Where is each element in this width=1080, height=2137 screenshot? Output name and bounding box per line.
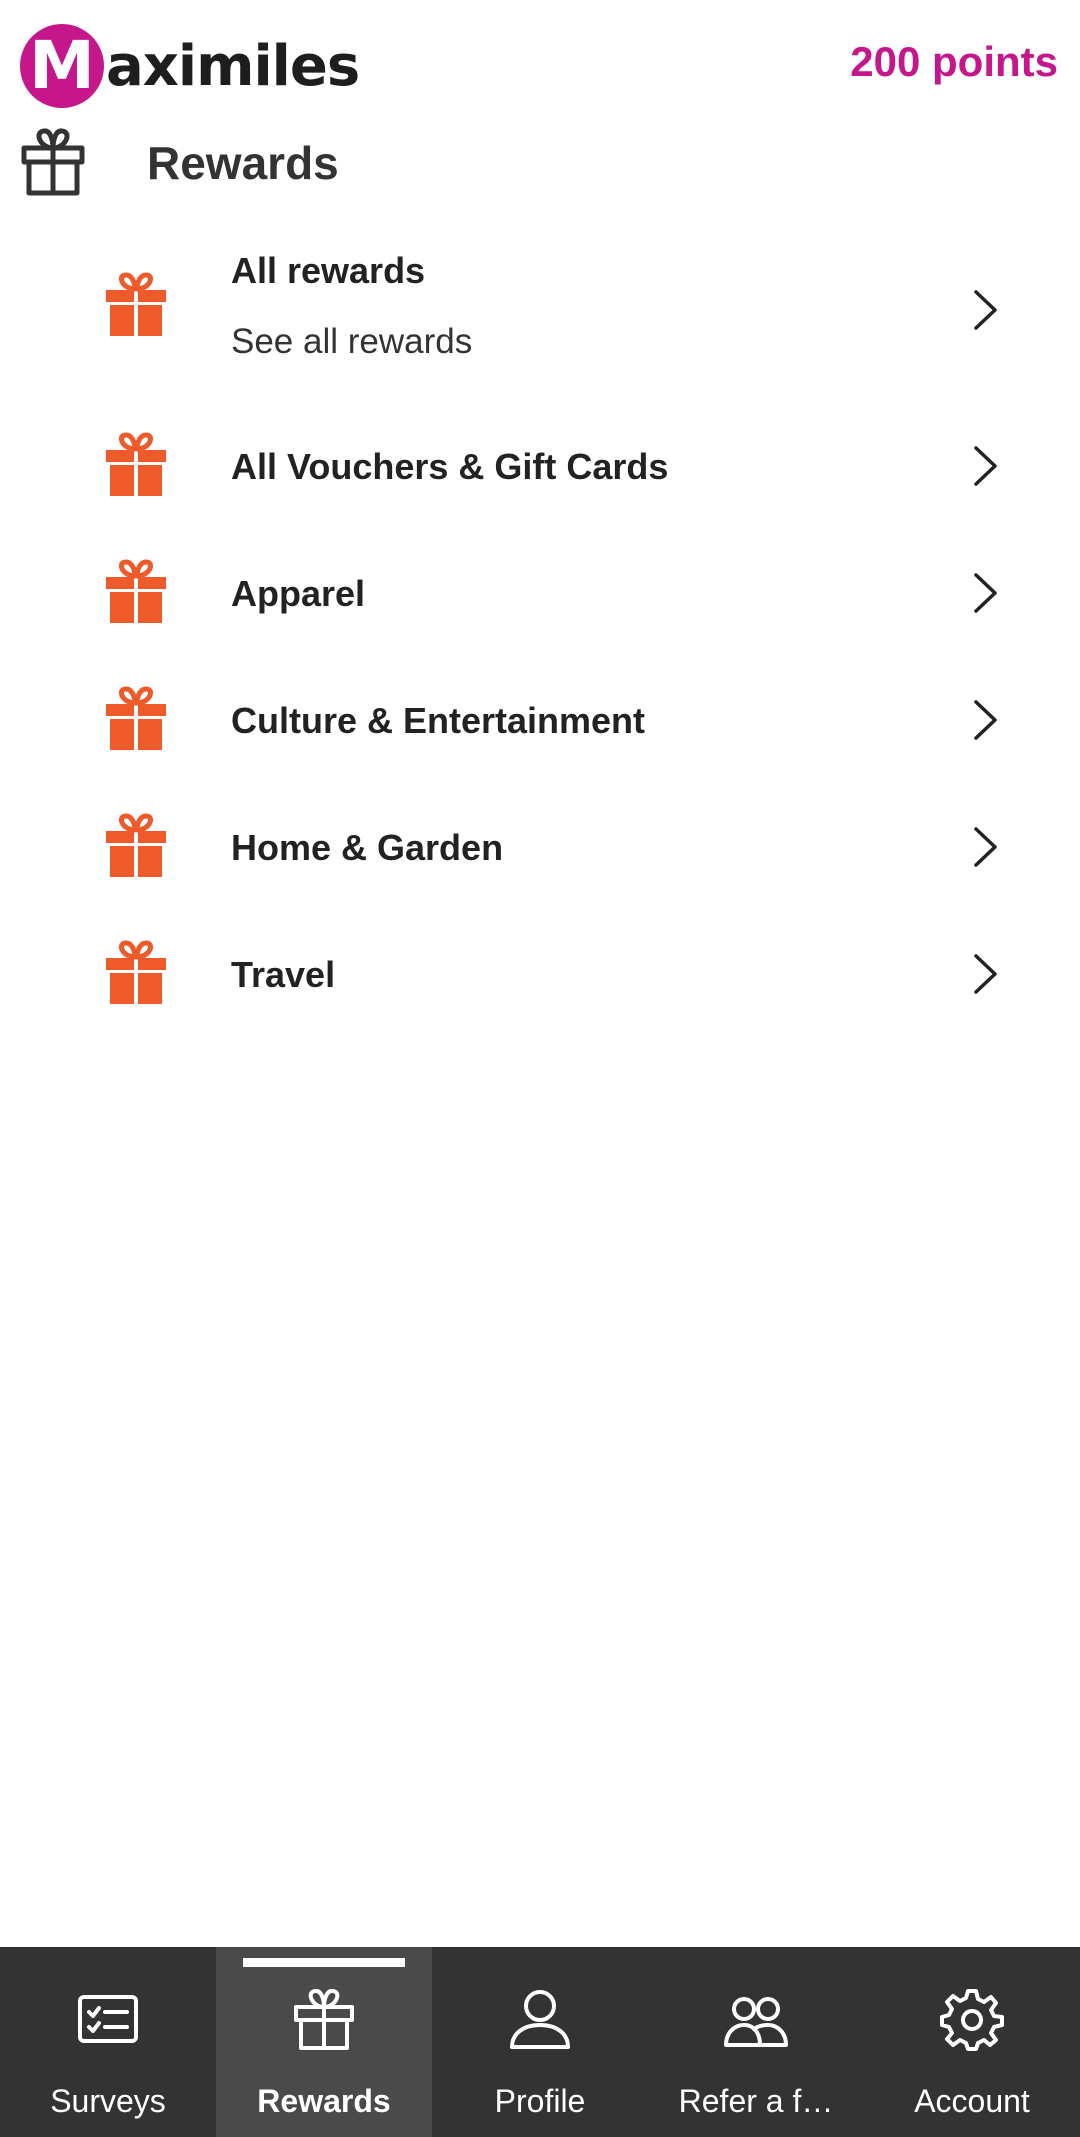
person-icon: [510, 1990, 570, 2049]
nav-label: Refer a f…: [678, 2083, 834, 2119]
list-item-label: Home & Garden: [231, 827, 504, 868]
chevron-right-icon: [974, 446, 997, 486]
list-item-label: All rewards: [231, 250, 426, 291]
nav-account[interactable]: Account: [864, 1947, 1080, 2137]
gift-outline-icon: [21, 128, 85, 196]
gift-icon: [106, 813, 166, 877]
list-item-culture-entertainment[interactable]: Culture & Entertainment: [0, 656, 1080, 783]
points-balance[interactable]: 200 points: [850, 38, 1058, 86]
list-item-label: Travel: [231, 954, 336, 995]
gift-icon: [106, 940, 166, 1004]
active-tab-indicator: [243, 1958, 405, 1967]
logo-circle: M: [20, 24, 104, 108]
gift-icon: [106, 559, 166, 623]
chevron-right-icon: [974, 700, 997, 740]
nav-surveys[interactable]: Surveys: [0, 1947, 216, 2137]
chevron-right-icon: [974, 290, 997, 330]
nav-label: Profile: [494, 2083, 586, 2119]
nav-rewards[interactable]: Rewards: [216, 1947, 432, 2137]
nav-profile[interactable]: Profile: [432, 1947, 648, 2137]
rewards-category-list: All rewards See all rewards All Vouchers…: [0, 232, 1080, 1037]
gift-outline-icon: [294, 1989, 354, 2050]
page-title-row: Rewards: [0, 120, 1080, 210]
people-icon: [724, 1997, 788, 2047]
list-item-label: All Vouchers & Gift Cards: [231, 446, 669, 487]
page-title: Rewards: [147, 137, 339, 189]
gift-icon: [106, 432, 166, 496]
maximiles-logo: M aximiles: [20, 22, 360, 110]
list-item-home-garden[interactable]: Home & Garden: [0, 783, 1080, 910]
list-item-label: Apparel: [231, 573, 366, 614]
nav-refer-a-friend[interactable]: Refer a f…: [648, 1947, 864, 2137]
bottom-navigation: Surveys Rewards Profile Refer a f… Accou…: [0, 1947, 1080, 2137]
chevron-right-icon: [974, 573, 997, 613]
logo-wordmark: aximiles: [106, 33, 360, 99]
gift-icon: [106, 686, 166, 750]
list-item-label: Culture & Entertainment: [231, 700, 646, 741]
list-item-vouchers-gift-cards[interactable]: All Vouchers & Gift Cards: [0, 402, 1080, 529]
app-header: M aximiles 200 points: [0, 0, 1080, 130]
list-item-sublabel: See all rewards: [231, 322, 473, 361]
nav-label: Surveys: [50, 2083, 166, 2119]
nav-label: Account: [914, 2083, 1030, 2119]
gear-icon: [940, 1989, 1004, 2051]
gift-icon: [106, 272, 166, 336]
chevron-right-icon: [974, 954, 997, 994]
survey-checklist-icon: [78, 1995, 138, 2043]
chevron-right-icon: [974, 827, 997, 867]
nav-label: Rewards: [257, 2083, 391, 2119]
list-item-apparel[interactable]: Apparel: [0, 529, 1080, 656]
list-item-all-rewards[interactable]: All rewards See all rewards: [0, 232, 1080, 402]
list-item-travel[interactable]: Travel: [0, 910, 1080, 1037]
